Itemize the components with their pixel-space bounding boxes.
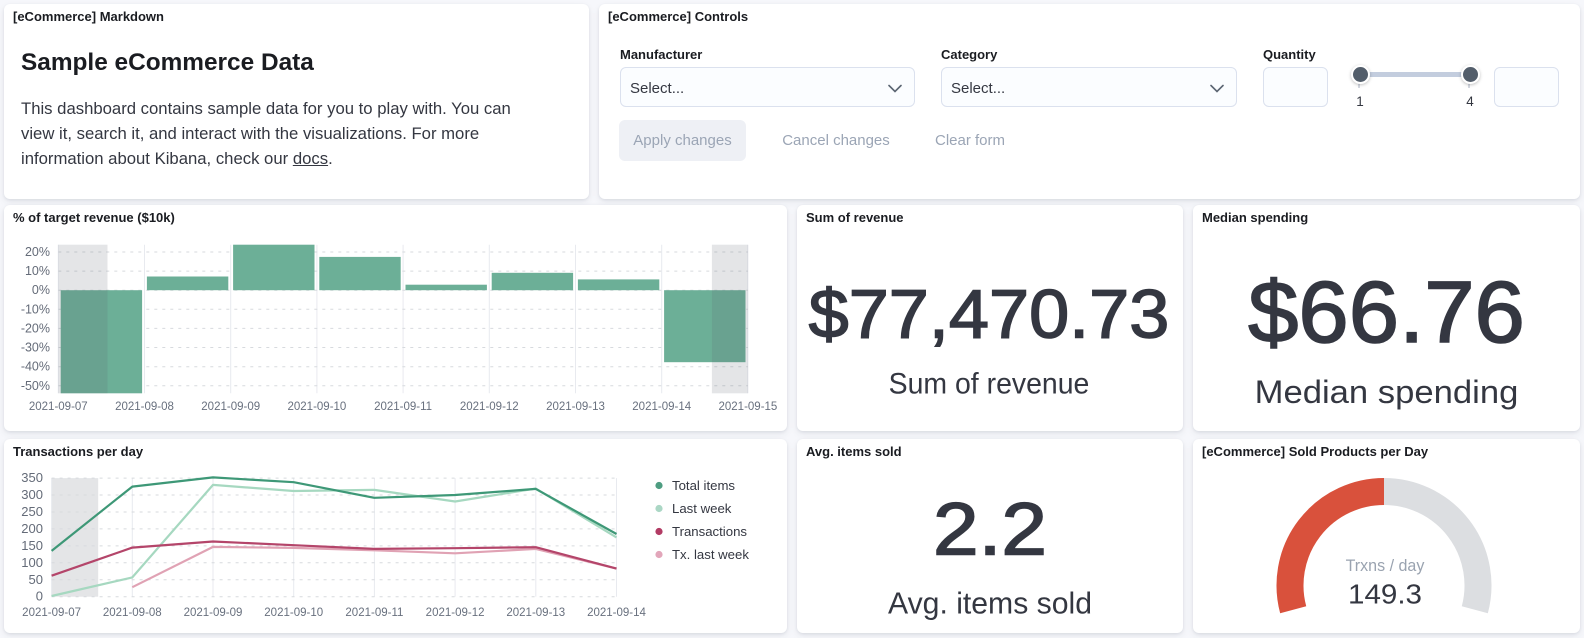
svg-text:20%: 20%: [25, 245, 50, 259]
svg-text:$66.76: $66.76: [1248, 264, 1525, 361]
svg-text:2021-09-10: 2021-09-10: [264, 607, 323, 619]
svg-text:200: 200: [21, 521, 43, 536]
svg-text:-50%: -50%: [21, 379, 50, 393]
svg-text:2021-09-13: 2021-09-13: [506, 607, 565, 619]
svg-text:2021-09-13: 2021-09-13: [546, 401, 605, 413]
svg-text:Avg. items sold: Avg. items sold: [888, 587, 1092, 621]
svg-text:50: 50: [29, 572, 43, 587]
svg-text:Tx. last week: Tx. last week: [672, 547, 749, 562]
svg-text:-30%: -30%: [21, 341, 50, 355]
svg-text:-40%: -40%: [21, 360, 50, 374]
svg-text:2021-09-08: 2021-09-08: [103, 607, 162, 619]
svg-text:2021-09-07: 2021-09-07: [22, 607, 81, 619]
svg-text:2021-09-12: 2021-09-12: [426, 607, 485, 619]
svg-text:2021-09-09: 2021-09-09: [201, 401, 260, 413]
svg-text:2021-09-14: 2021-09-14: [587, 607, 646, 619]
svg-text:Last week: Last week: [672, 501, 732, 516]
svg-text:-20%: -20%: [21, 321, 50, 335]
svg-text:2.2: 2.2: [933, 487, 1047, 570]
svg-text:300: 300: [21, 487, 43, 502]
svg-text:Trxns / day: Trxns / day: [1346, 556, 1425, 575]
svg-text:2021-09-14: 2021-09-14: [632, 401, 691, 413]
svg-text:250: 250: [21, 504, 43, 519]
svg-text:$77,470.73: $77,470.73: [809, 275, 1170, 352]
svg-text:Sum of revenue: Sum of revenue: [889, 368, 1090, 401]
svg-text:2021-09-11: 2021-09-11: [374, 401, 432, 413]
svg-text:2021-09-07: 2021-09-07: [29, 401, 88, 413]
svg-text:Transactions: Transactions: [672, 524, 747, 539]
svg-text:150: 150: [21, 538, 43, 553]
svg-text:2021-09-08: 2021-09-08: [115, 401, 174, 413]
svg-text:149.3: 149.3: [1348, 579, 1422, 610]
svg-text:Total items: Total items: [672, 478, 735, 493]
svg-text:Median spending: Median spending: [1255, 374, 1519, 410]
svg-text:0%: 0%: [32, 283, 50, 297]
svg-text:10%: 10%: [25, 264, 50, 278]
svg-text:0: 0: [36, 589, 43, 604]
svg-text:-10%: -10%: [21, 302, 50, 316]
svg-text:2021-09-10: 2021-09-10: [287, 401, 346, 413]
svg-text:350: 350: [21, 470, 43, 485]
svg-text:2021-09-09: 2021-09-09: [184, 607, 243, 619]
svg-text:2021-09-15: 2021-09-15: [718, 401, 777, 413]
svg-text:2021-09-12: 2021-09-12: [460, 401, 519, 413]
svg-text:2021-09-11: 2021-09-11: [345, 607, 403, 619]
svg-text:100: 100: [21, 555, 43, 570]
